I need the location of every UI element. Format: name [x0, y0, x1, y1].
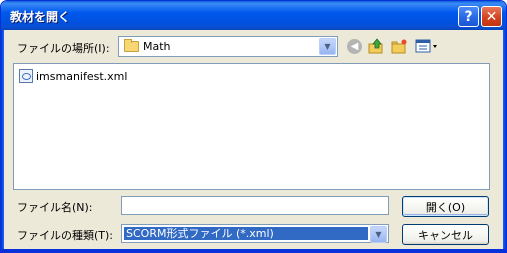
filename-input[interactable]: [121, 196, 389, 215]
up-folder-icon[interactable]: [368, 38, 385, 55]
title-bar[interactable]: 教材を開く ? ✕: [1, 1, 506, 30]
file-name: imsmanifest.xml: [36, 69, 128, 83]
filename-label: ファイル名(N):: [17, 201, 93, 214]
chevron-down-icon[interactable]: ▼: [370, 226, 387, 243]
back-icon[interactable]: ◀: [346, 38, 363, 55]
window-border-bottom: [1, 249, 506, 252]
file-list[interactable]: imsmanifest.xml: [13, 63, 490, 190]
window-border-right: [503, 30, 506, 252]
open-button[interactable]: 開く(O): [402, 196, 489, 217]
lookin-label: ファイルの場所(I):: [17, 42, 110, 55]
list-item[interactable]: imsmanifest.xml: [19, 68, 127, 84]
filetype-dropdown[interactable]: SCORM形式ファイル (*.xml) ▼: [121, 224, 389, 243]
dialog-title: 教材を開く: [10, 10, 71, 24]
chevron-down-icon[interactable]: ▼: [319, 38, 336, 55]
lookin-dropdown[interactable]: Math ▼: [118, 36, 338, 57]
views-menu-icon[interactable]: [415, 38, 439, 55]
close-button[interactable]: ✕: [481, 6, 502, 27]
new-folder-icon[interactable]: [391, 38, 408, 55]
lookin-value: Math: [143, 40, 171, 53]
xml-file-icon: [19, 69, 33, 83]
open-dialog: 教材を開く ? ✕ ファイルの場所(I): Math ▼ ◀ imsmanife…: [0, 0, 507, 253]
cancel-button[interactable]: キャンセル: [402, 224, 489, 245]
filetype-value: SCORM形式ファイル (*.xml): [123, 226, 369, 241]
filetype-label: ファイルの種類(T):: [17, 229, 114, 242]
folder-icon: [124, 39, 139, 52]
window-border-left: [1, 30, 4, 252]
help-button[interactable]: ?: [458, 6, 479, 27]
